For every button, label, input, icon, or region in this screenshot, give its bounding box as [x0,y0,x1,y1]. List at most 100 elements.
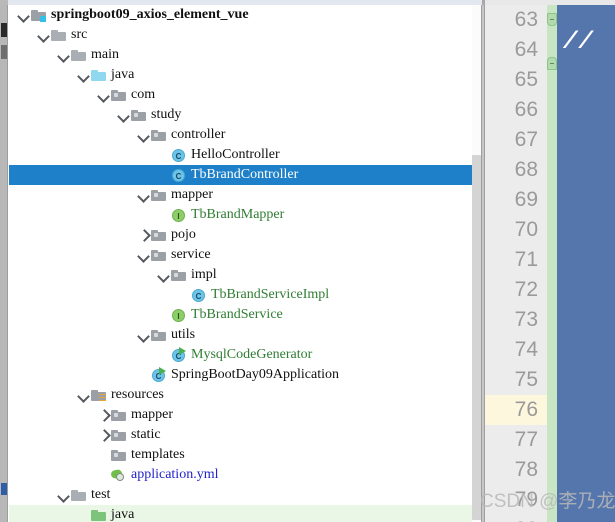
run-arrow-icon [179,347,186,355]
gutter-line-number[interactable]: 80 [485,515,547,522]
tree-row[interactable]: static [9,425,481,445]
package-folder-icon [110,87,127,103]
tree-row[interactable]: java [9,65,481,85]
tree-row-label: TbBrandController [191,167,299,182]
fold-marker-collapse-icon[interactable] [547,13,557,26]
gutter-line-number[interactable]: 77 [485,425,547,455]
gutter-line-number[interactable]: 67 [485,125,547,155]
project-tree-scrollbar[interactable] [472,5,481,522]
package-dot-icon [114,453,118,457]
editor-panel[interactable]: 6364656667686970717273747576777879808182… [485,5,615,522]
chevron-down-icon[interactable] [137,325,150,345]
tree-row[interactable]: src [9,25,481,45]
gutter-line-number[interactable]: 75 [485,365,547,395]
tool-window-strip[interactable] [0,5,8,522]
package-dot-icon [154,133,158,137]
tree-row-label: static [131,427,161,442]
tree-row-label: utils [171,327,196,342]
tree-row[interactable]: pojo [9,225,481,245]
chevron-down-icon[interactable] [157,265,170,285]
class-badge-icon: C [172,169,185,182]
tree-row[interactable]: main [9,45,481,65]
tree-row[interactable]: C TbBrandController [9,165,481,185]
tree-row-label: service [171,247,211,262]
tree-row-label: TbBrandServiceImpl [211,287,330,302]
module-folder-icon [30,7,47,23]
project-tree-panel[interactable]: springboot09_axios_element_vue src main jav… [9,5,481,522]
tree-row-label: pojo [171,227,196,242]
gutter-line-number[interactable]: 72 [485,275,547,305]
gutter-line-number[interactable]: 74 [485,335,547,365]
chevron-down-icon[interactable] [57,45,70,65]
gutter-line-number[interactable]: 71 [485,245,547,275]
tree-row[interactable]: C HelloController [9,145,481,165]
chevron-right-icon[interactable] [97,405,110,425]
chevron-down-icon[interactable] [137,245,150,265]
module-badge-icon [40,16,46,22]
package-dot-icon [154,253,158,257]
gutter-line-number[interactable]: 66 [485,95,547,125]
tree-row[interactable]: resources [9,385,481,405]
chevron-down-icon[interactable] [37,25,50,45]
tree-row[interactable]: mapper [9,185,481,205]
chevron-right-icon[interactable] [137,225,150,245]
chevron-down-icon[interactable] [77,65,90,85]
chevron-down-icon[interactable] [17,5,30,25]
tree-row-label: HelloController [191,147,280,162]
test-source-folder-icon [90,507,107,522]
tree-row[interactable]: java [9,505,481,522]
gutter-line-number[interactable]: 64 [485,35,547,65]
tree-row[interactable]: impl [9,265,481,285]
scrollbar-thumb[interactable] [472,155,481,520]
gutter-line-number[interactable]: 68 [485,155,547,185]
tree-row[interactable]: I TbBrandService [9,305,481,325]
tree-row-label: resources [111,387,164,402]
chevron-down-icon[interactable] [137,185,150,205]
gutter-line-number[interactable]: 70 [485,215,547,245]
chevron-down-icon[interactable] [97,85,110,105]
fold-marker-expand-icon[interactable] [547,57,557,70]
tree-row[interactable]: application.yml [9,465,481,485]
class-badge-icon: C [192,289,205,302]
tree-row[interactable]: C MysqlCodeGenerator [9,345,481,365]
gutter-line-number[interactable]: 79 [485,485,547,515]
resources-folder-icon [90,387,107,403]
editor-gutter[interactable]: 6364656667686970717273747576777879808182… [485,5,547,522]
tree-row[interactable]: springboot09_axios_element_vue [9,5,481,25]
gutter-line-number[interactable]: 78 [485,455,547,485]
chevron-down-icon[interactable] [117,105,130,125]
gutter-line-number[interactable]: 73 [485,305,547,335]
package-folder-icon [150,227,167,243]
editor-code-area[interactable]: // [557,5,615,522]
tree-row-label: src [71,27,88,42]
gutter-line-number[interactable]: 69 [485,185,547,215]
tree-row[interactable]: test [9,485,481,505]
tree-row[interactable]: C TbBrandServiceImpl [9,285,481,305]
gutter-line-number[interactable]: 63 [485,5,547,35]
gutter-line-number[interactable]: 76 [485,395,547,425]
tree-row[interactable]: templates [9,445,481,465]
chevron-down-icon[interactable] [77,385,90,405]
spring-leaf-icon [110,468,125,481]
editor-fold-column[interactable] [547,5,557,522]
package-dot-icon [134,113,138,117]
gutter-line-number[interactable]: 65 [485,65,547,95]
tree-row[interactable]: controller [9,125,481,145]
java-class-icon: C [190,287,207,303]
tree-row[interactable]: utils [9,325,481,345]
tree-row[interactable]: service [9,245,481,265]
tree-row[interactable]: C SpringBootDay09Application [9,365,481,385]
chevron-right-icon[interactable] [97,425,110,445]
tree-row[interactable]: mapper [9,405,481,425]
tree-row[interactable]: I TbBrandMapper [9,205,481,225]
tree-row[interactable]: com [9,85,481,105]
tree-row[interactable]: study [9,105,481,125]
chevron-down-icon[interactable] [137,125,150,145]
folder-icon [70,47,87,63]
package-folder-icon [150,127,167,143]
chevron-down-icon[interactable] [57,485,70,505]
folder-icon [50,27,67,43]
